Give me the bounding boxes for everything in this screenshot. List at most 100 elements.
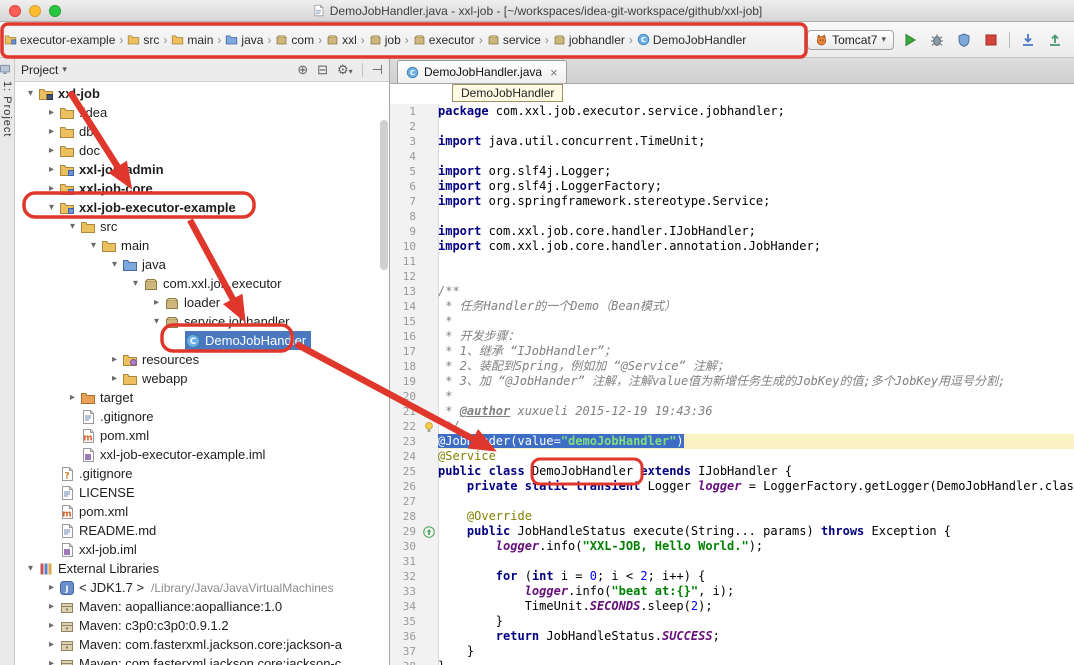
- tree-item-xxl-job[interactable]: ▾xxl-job: [15, 84, 389, 103]
- code-line-24[interactable]: 24@Service: [390, 449, 1074, 464]
- collapsed-arrow-icon[interactable]: ▸: [44, 601, 59, 612]
- code-line-18[interactable]: 18 * 2、装配到Spring，例如加 “@Service” 注解；: [390, 359, 1074, 374]
- coverage-button[interactable]: [953, 29, 975, 51]
- collapsed-arrow-icon[interactable]: ▸: [44, 639, 59, 650]
- code-line-8[interactable]: 8: [390, 209, 1074, 224]
- breadcrumb-item-src[interactable]: src: [125, 31, 161, 49]
- breadcrumb-item-xxl[interactable]: xxl: [324, 31, 359, 49]
- scroll-from-source-icon[interactable]: ⊕: [297, 62, 308, 78]
- code-line-23[interactable]: 23@JobHander(value="demoJobHandler"): [390, 434, 1074, 449]
- code-line-13[interactable]: 13/**: [390, 284, 1074, 299]
- code-line-4[interactable]: 4: [390, 149, 1074, 164]
- tree-item-gitignore[interactable]: ?.gitignore: [15, 464, 389, 483]
- tree-item-gitignore[interactable]: .gitignore: [15, 407, 389, 426]
- code-line-19[interactable]: 19 * 3、加 “@JobHander” 注解，注解value值为新增任务生成…: [390, 374, 1074, 389]
- breadcrumb-item-executor-example[interactable]: executor-example: [2, 31, 117, 49]
- breadcrumb-item-job[interactable]: job: [367, 31, 403, 49]
- breadcrumb-item-main[interactable]: main: [169, 31, 215, 49]
- collapsed-arrow-icon[interactable]: ▸: [107, 354, 122, 365]
- expanded-arrow-icon[interactable]: ▾: [149, 316, 164, 327]
- expanded-arrow-icon[interactable]: ▾: [23, 563, 38, 574]
- tree-item-license[interactable]: LICENSE: [15, 483, 389, 502]
- code-line-29[interactable]: 29 public JobHandleStatus execute(String…: [390, 524, 1074, 539]
- collapse-all-icon[interactable]: ⊟: [317, 62, 328, 78]
- collapsed-arrow-icon[interactable]: ▸: [44, 126, 59, 137]
- expanded-arrow-icon[interactable]: ▾: [44, 202, 59, 213]
- scrollbar-thumb[interactable]: [380, 120, 388, 270]
- tree-item-readme-md[interactable]: README.md: [15, 521, 389, 540]
- project-scrollbar[interactable]: [380, 94, 388, 654]
- tree-item-webapp[interactable]: ▸webapp: [15, 369, 389, 388]
- code-line-30[interactable]: 30 logger.info("XXL-JOB, Hello World.");: [390, 539, 1074, 554]
- tree-item-maven-com-fasterxml-jackson-core-jackson-c[interactable]: ▸Maven: com.fasterxml.jackson.core:jacks…: [15, 654, 389, 665]
- code-line-22[interactable]: 22 */: [390, 419, 1074, 434]
- tree-item-com-xxl-job-executor[interactable]: ▾com.xxl.job.executor: [15, 274, 389, 293]
- expanded-arrow-icon[interactable]: ▾: [23, 88, 38, 99]
- code-line-33[interactable]: 33 logger.info("beat at:{}", i);: [390, 584, 1074, 599]
- code-line-35[interactable]: 35 }: [390, 614, 1074, 629]
- run-button[interactable]: [899, 29, 921, 51]
- code-line-12[interactable]: 12: [390, 269, 1074, 284]
- breadcrumb-item-jobhandler[interactable]: jobhandler: [551, 31, 627, 49]
- collapsed-arrow-icon[interactable]: ▸: [44, 658, 59, 665]
- editor-breadcrumb-tag[interactable]: DemoJobHandler: [452, 84, 563, 102]
- collapsed-arrow-icon[interactable]: ▸: [65, 392, 80, 403]
- code-line-17[interactable]: 17 * 1、继承 “IJobHandler”；: [390, 344, 1074, 359]
- tree-item-pom-xml[interactable]: mpom.xml: [15, 426, 389, 445]
- code-line-1[interactable]: 1package com.xxl.job.executor.service.jo…: [390, 104, 1074, 119]
- code-line-6[interactable]: 6import org.slf4j.LoggerFactory;: [390, 179, 1074, 194]
- collapsed-arrow-icon[interactable]: ▸: [44, 164, 59, 175]
- code-line-32[interactable]: 32 for (int i = 0; i < 2; i++) {: [390, 569, 1074, 584]
- code-line-21[interactable]: 21 * @author xuxueli 2015-12-19 19:43:36: [390, 404, 1074, 419]
- tree-item-maven-c3p0-c3p0-0-9-1-2[interactable]: ▸Maven: c3p0:c3p0:0.9.1.2: [15, 616, 389, 635]
- stop-button[interactable]: [980, 29, 1002, 51]
- panel-title[interactable]: Project: [21, 63, 58, 77]
- project-tool-window-icon[interactable]: [0, 61, 13, 77]
- collapsed-arrow-icon[interactable]: ▸: [149, 297, 164, 308]
- debug-button[interactable]: [926, 29, 948, 51]
- close-tab-icon[interactable]: ×: [550, 65, 558, 80]
- tree-item-pom-xml[interactable]: mpom.xml: [15, 502, 389, 521]
- project-stripe-button[interactable]: 1: Project: [1, 81, 13, 137]
- collapsed-arrow-icon[interactable]: ▸: [44, 107, 59, 118]
- tree-item-target[interactable]: ▸target: [15, 388, 389, 407]
- override-marker-icon[interactable]: [420, 524, 438, 539]
- tree-item-demojobhandler[interactable]: CDemoJobHandler: [15, 331, 389, 350]
- breadcrumb-item-executor[interactable]: executor: [411, 31, 477, 49]
- zoom-window-button[interactable]: [49, 5, 61, 17]
- code-line-11[interactable]: 11: [390, 254, 1074, 269]
- intention-bulb-icon[interactable]: [420, 419, 438, 434]
- tree-item-maven-com-fasterxml-jackson-core-jackson-a[interactable]: ▸Maven: com.fasterxml.jackson.core:jacks…: [15, 635, 389, 654]
- code-line-28[interactable]: 28 @Override: [390, 509, 1074, 524]
- collapsed-arrow-icon[interactable]: ▸: [44, 145, 59, 156]
- code-line-26[interactable]: 26 private static transient Logger logge…: [390, 479, 1074, 494]
- tree-item-xxl-job-core[interactable]: ▸xxl-job-core: [15, 179, 389, 198]
- breadcrumb-item-com[interactable]: com: [273, 31, 316, 49]
- code-line-7[interactable]: 7import org.springframework.stereotype.S…: [390, 194, 1074, 209]
- code-line-31[interactable]: 31: [390, 554, 1074, 569]
- breadcrumb-item-demojobhandler[interactable]: CDemoJobHandler: [635, 31, 748, 49]
- collapsed-arrow-icon[interactable]: ▸: [44, 582, 59, 593]
- tree-item-xxl-job-executor-example[interactable]: ▾xxl-job-executor-example: [15, 198, 389, 217]
- code-line-3[interactable]: 3import java.util.concurrent.TimeUnit;: [390, 134, 1074, 149]
- minimize-window-button[interactable]: [29, 5, 41, 17]
- collapsed-arrow-icon[interactable]: ▸: [44, 183, 59, 194]
- expanded-arrow-icon[interactable]: ▾: [86, 240, 101, 251]
- breadcrumb-item-java[interactable]: java: [223, 31, 265, 49]
- collapsed-arrow-icon[interactable]: ▸: [107, 373, 122, 384]
- vcs-commit-icon[interactable]: [1044, 29, 1066, 51]
- expanded-arrow-icon[interactable]: ▾: [65, 221, 80, 232]
- vcs-update-icon[interactable]: [1017, 29, 1039, 51]
- code-line-15[interactable]: 15 *: [390, 314, 1074, 329]
- close-window-button[interactable]: [9, 5, 21, 17]
- code-line-37[interactable]: 37 }: [390, 644, 1074, 659]
- tree-item-resources[interactable]: ▸resources: [15, 350, 389, 369]
- tree-item-xxl-job-admin[interactable]: ▸xxl-job-admin: [15, 160, 389, 179]
- code-line-34[interactable]: 34 TimeUnit.SECONDS.sleep(2);: [390, 599, 1074, 614]
- code-line-2[interactable]: 2: [390, 119, 1074, 134]
- expanded-arrow-icon[interactable]: ▾: [107, 259, 122, 270]
- code-line-20[interactable]: 20 *: [390, 389, 1074, 404]
- tree-item-db[interactable]: ▸db: [15, 122, 389, 141]
- code-line-38[interactable]: 38}: [390, 659, 1074, 665]
- run-config-select[interactable]: Tomcat7 ▾: [807, 30, 894, 50]
